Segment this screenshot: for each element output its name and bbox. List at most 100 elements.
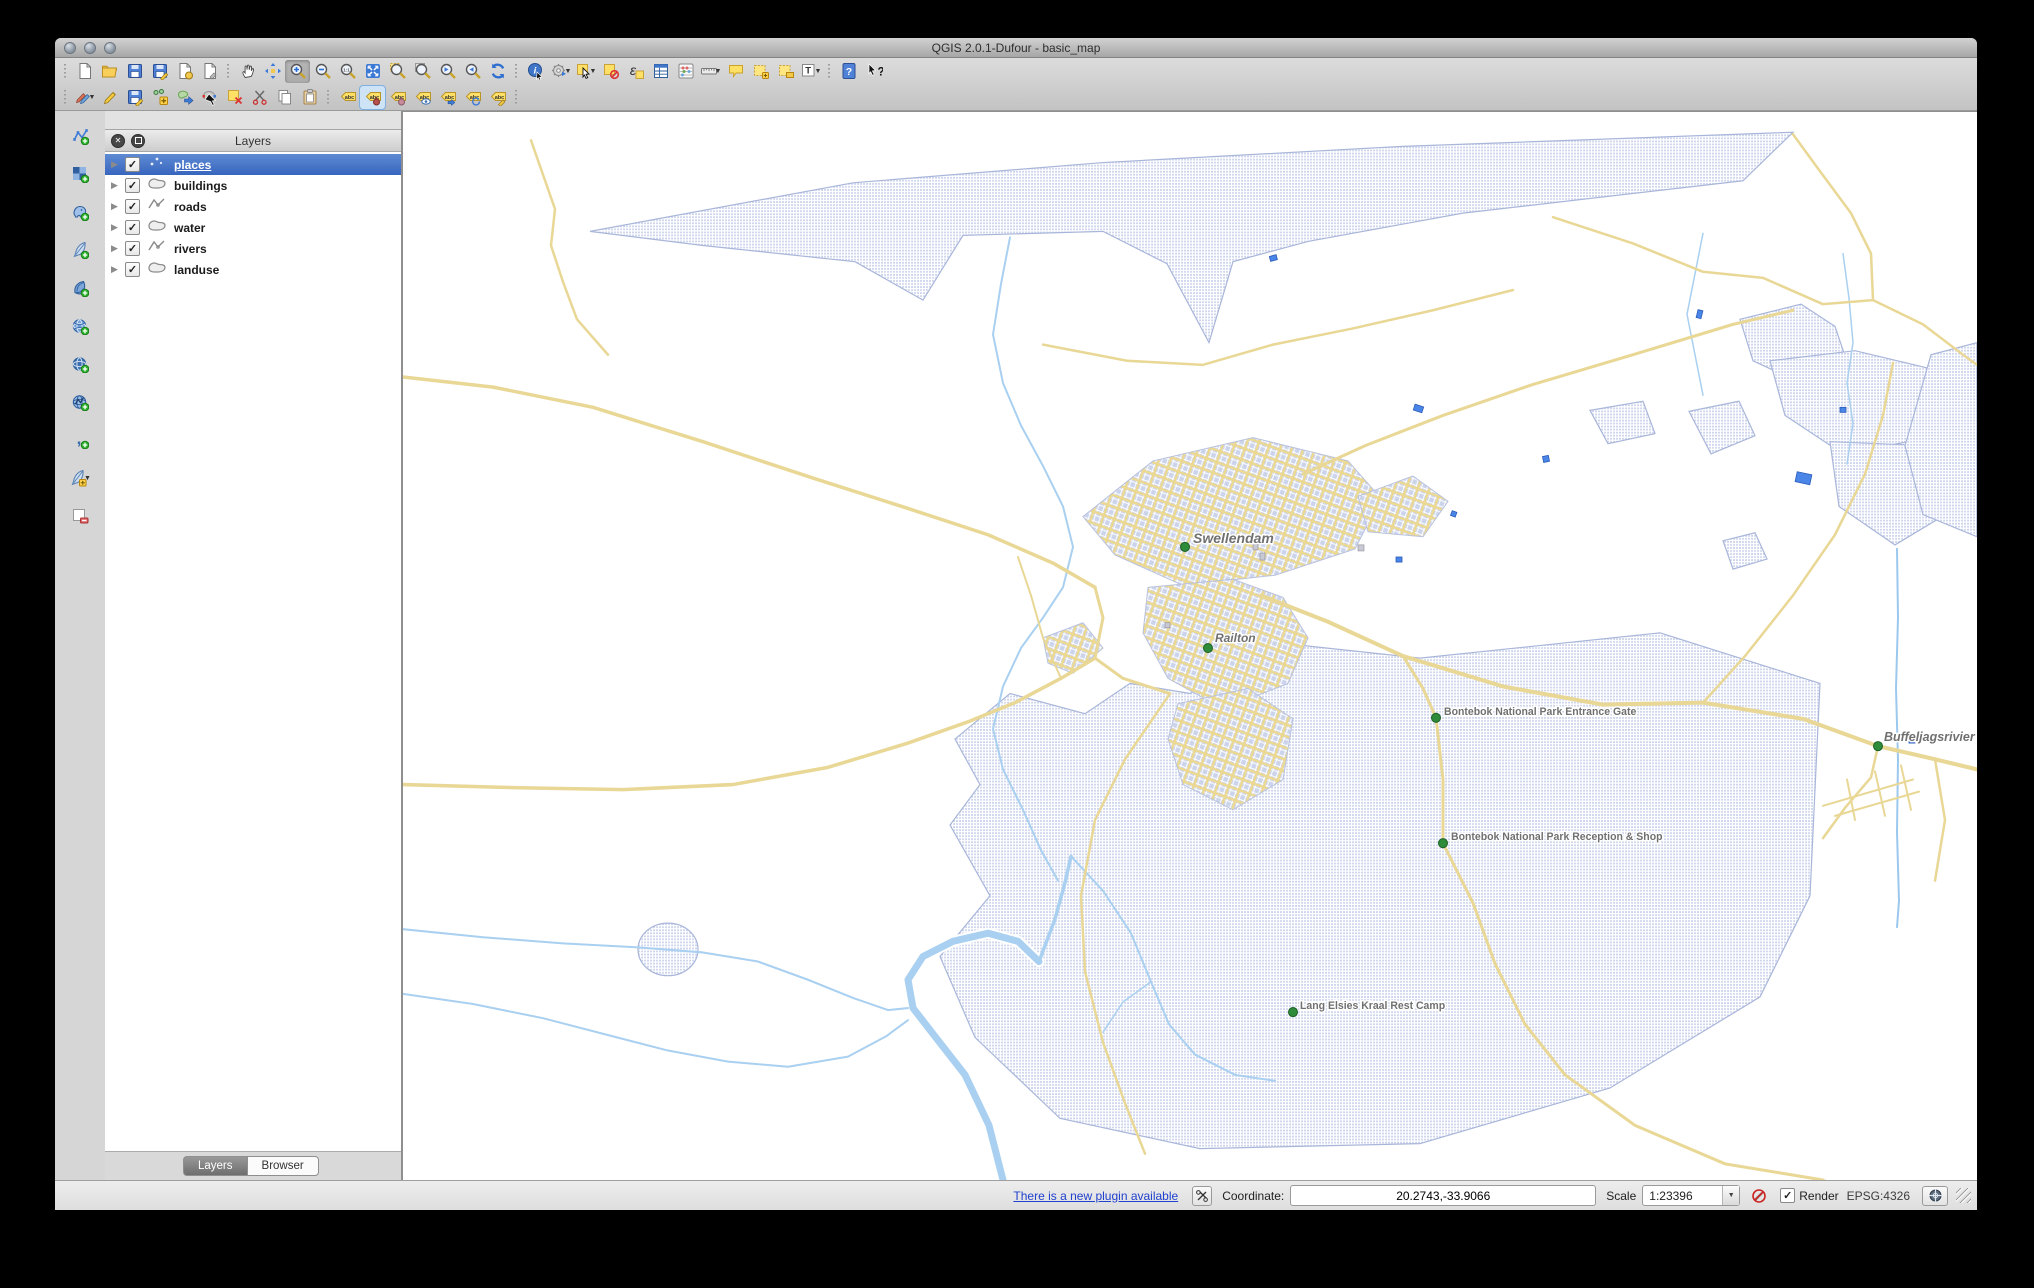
toggle-editing-icon[interactable]	[97, 86, 122, 109]
layer-visibility-checkbox[interactable]: ✓	[125, 199, 140, 214]
layer-row-places[interactable]: ▶ ✓ places	[105, 154, 401, 175]
whats-this-icon[interactable]: ?	[861, 60, 886, 83]
layer-visibility-checkbox[interactable]: ✓	[125, 157, 140, 172]
minimize-window-icon[interactable]	[84, 41, 96, 54]
scale-dropdown-icon[interactable]: ▼	[1722, 1186, 1740, 1205]
svg-text:?: ?	[877, 67, 883, 79]
field-calculator-icon[interactable]	[673, 60, 698, 83]
zoom-native-icon[interactable]: 1:1	[335, 60, 360, 83]
map-canvas[interactable]: Swellendam Railton Bontebok National Par…	[402, 111, 1977, 1180]
add-postgis-layer-icon[interactable]	[66, 199, 94, 225]
dropdown-arrow-icon[interactable]: ▼	[84, 475, 91, 482]
new-project-icon[interactable]	[72, 60, 97, 83]
expand-arrow-icon[interactable]: ▶	[111, 222, 125, 233]
paste-features-icon[interactable]	[297, 86, 322, 109]
label-icon[interactable]: abc	[335, 86, 360, 109]
layer-visibility-checkbox[interactable]: ✓	[125, 241, 140, 256]
save-project-as-icon[interactable]	[147, 60, 172, 83]
scale-combobox[interactable]: 1:23396 ▼	[1642, 1185, 1741, 1206]
zoom-to-layer-icon[interactable]	[410, 60, 435, 83]
add-vector-layer-icon[interactable]	[66, 123, 94, 149]
expand-arrow-icon[interactable]: ▶	[111, 264, 125, 275]
coordinate-input[interactable]	[1290, 1185, 1597, 1206]
expand-arrow-icon[interactable]: ▶	[111, 201, 125, 212]
add-spatialite-layer-icon[interactable]	[66, 237, 94, 263]
rotate-label-icon[interactable]: abc	[460, 86, 485, 109]
dock-tab-browser[interactable]: Browser	[246, 1156, 319, 1176]
pan-to-selection-icon[interactable]	[260, 60, 285, 83]
close-window-icon[interactable]	[64, 41, 76, 54]
zoom-out-icon[interactable]	[310, 60, 335, 83]
new-bookmark-icon[interactable]	[748, 60, 773, 83]
current-edits-icon[interactable]: ▼	[72, 86, 97, 109]
refresh-icon[interactable]	[485, 60, 510, 83]
expand-arrow-icon[interactable]: ▶	[111, 243, 125, 254]
resize-grip[interactable]	[1956, 1188, 1971, 1203]
copy-features-icon[interactable]	[272, 86, 297, 109]
add-raster-layer-icon[interactable]	[66, 161, 94, 187]
help-icon[interactable]: ?	[836, 60, 861, 83]
move-feature-icon[interactable]	[172, 86, 197, 109]
pin-labels-icon[interactable]: abc	[359, 84, 386, 110]
composer-manager-icon[interactable]	[197, 60, 222, 83]
dropdown-arrow-icon[interactable]: ▼	[565, 68, 572, 75]
select-by-expression-icon[interactable]: ε	[623, 60, 648, 83]
magnifier-lock-icon[interactable]	[1750, 1187, 1768, 1205]
add-wfs-layer-icon[interactable]	[66, 389, 94, 415]
zoom-to-selection-icon[interactable]	[385, 60, 410, 83]
layer-row-buildings[interactable]: ▶ ✓ buildings	[105, 175, 401, 196]
crs-status-icon[interactable]	[1922, 1185, 1948, 1206]
plugin-available-link[interactable]: There is a new plugin available	[1013, 1189, 1178, 1203]
layer-row-landuse[interactable]: ▶ ✓ landuse	[105, 259, 401, 280]
zoom-next-icon[interactable]	[460, 60, 485, 83]
new-shapefile-layer-icon[interactable]: ▼	[66, 465, 94, 491]
add-delimited-text-layer-icon[interactable]: ,	[66, 427, 94, 453]
move-label-icon[interactable]: abc	[435, 86, 460, 109]
render-checkbox[interactable]: ✓	[1780, 1188, 1796, 1203]
dropdown-arrow-icon[interactable]: ▼	[89, 94, 96, 101]
measure-icon[interactable]: ▼	[698, 60, 723, 83]
add-wcs-layer-icon[interactable]	[66, 351, 94, 377]
map-tips-icon[interactable]	[723, 60, 748, 83]
expand-arrow-icon[interactable]: ▶	[111, 180, 125, 191]
plugin-manager-icon[interactable]	[1192, 1185, 1213, 1206]
show-hide-labels-icon[interactable]: abc	[410, 86, 435, 109]
delete-selected-icon[interactable]	[222, 86, 247, 109]
zoom-in-icon[interactable]	[285, 59, 310, 83]
run-feature-action-icon[interactable]: ▼	[548, 60, 573, 83]
layer-row-rivers[interactable]: ▶ ✓ rivers	[105, 238, 401, 259]
text-annotation-icon[interactable]: T ▼	[798, 60, 823, 83]
pan-map-icon[interactable]	[235, 60, 260, 83]
new-composer-icon[interactable]	[172, 60, 197, 83]
dropdown-arrow-icon[interactable]: ▼	[815, 68, 822, 75]
layer-row-roads[interactable]: ▶ ✓ roads	[105, 196, 401, 217]
title-bar[interactable]: QGIS 2.0.1-Dufour - basic_map	[55, 38, 1977, 58]
zoom-window-icon[interactable]	[104, 41, 116, 54]
dropdown-arrow-icon[interactable]: ▼	[715, 68, 722, 75]
show-bookmarks-icon[interactable]	[773, 60, 798, 83]
identify-icon[interactable]: i	[523, 60, 548, 83]
attribute-table-icon[interactable]	[648, 60, 673, 83]
cut-features-icon[interactable]	[247, 86, 272, 109]
save-project-icon[interactable]	[122, 60, 147, 83]
zoom-full-icon[interactable]	[360, 60, 385, 83]
deselect-features-icon[interactable]	[598, 60, 623, 83]
add-feature-icon[interactable]	[147, 86, 172, 109]
open-project-icon[interactable]	[97, 60, 122, 83]
highlight-pinned-labels-icon[interactable]: abc	[385, 86, 410, 109]
dock-tab-layers[interactable]: Layers	[183, 1156, 247, 1176]
layer-visibility-checkbox[interactable]: ✓	[125, 178, 140, 193]
save-layer-edits-icon[interactable]	[122, 86, 147, 109]
dropdown-arrow-icon[interactable]: ▼	[590, 68, 597, 75]
layer-visibility-checkbox[interactable]: ✓	[125, 262, 140, 277]
layer-row-water[interactable]: ▶ ✓ water	[105, 217, 401, 238]
add-mssql-layer-icon[interactable]	[66, 275, 94, 301]
add-wms-layer-icon[interactable]	[66, 313, 94, 339]
expand-arrow-icon[interactable]: ▶	[111, 159, 125, 170]
select-features-icon[interactable]: ▼	[573, 60, 598, 83]
zoom-last-icon[interactable]	[435, 60, 460, 83]
layer-visibility-checkbox[interactable]: ✓	[125, 220, 140, 235]
change-label-icon[interactable]: abc	[485, 86, 510, 109]
remove-layer-icon[interactable]	[66, 503, 94, 529]
node-tool-icon[interactable]	[197, 86, 222, 109]
